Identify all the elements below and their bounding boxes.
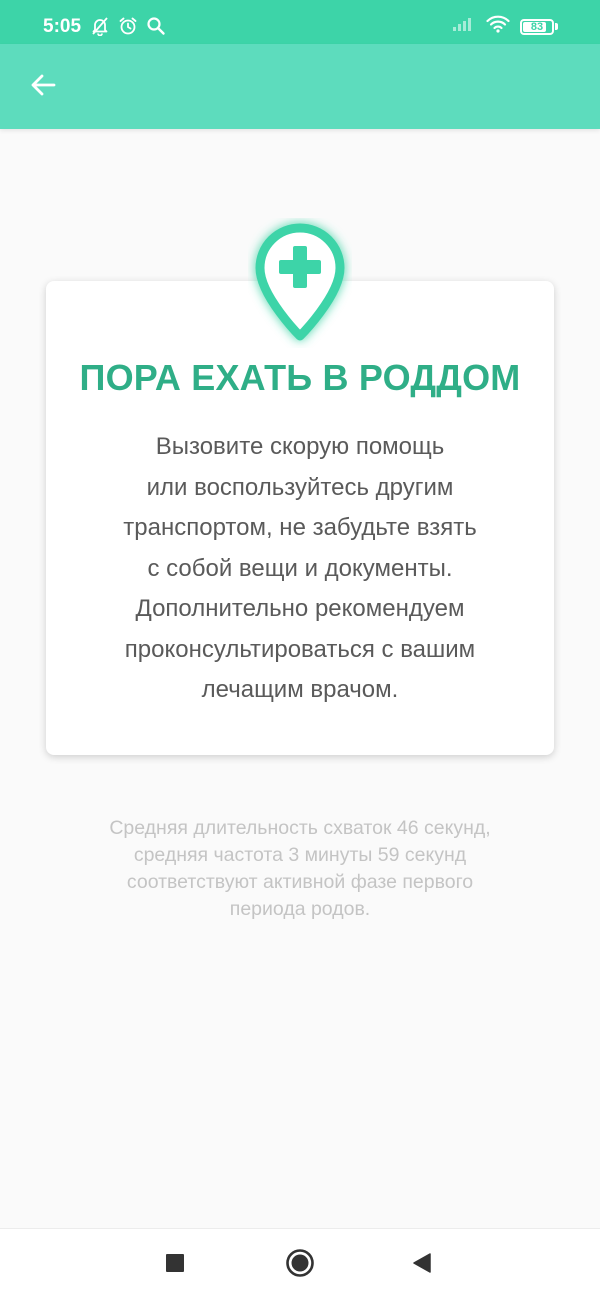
card-body-line: транспортом, не забудьте взять — [123, 514, 477, 541]
battery-icon: 83 — [520, 18, 558, 35]
card-body-line: Вызовите скорую помощь — [155, 433, 445, 460]
wifi-icon — [486, 15, 510, 38]
card-body: Вызовите скорую помощь или воспользуйтес… — [80, 427, 520, 711]
system-nav-bar — [0, 1228, 600, 1299]
nav-back-button[interactable] — [404, 1247, 440, 1283]
recents-button[interactable] — [157, 1247, 193, 1283]
battery-level-text: 83 — [530, 20, 544, 33]
back-button[interactable] — [22, 66, 64, 108]
search-icon — [146, 16, 166, 41]
contraction-summary: Средняя длительность схваток 46 секунд, … — [60, 815, 540, 923]
footnote-line: Средняя длительность схваток 46 секунд, — [109, 817, 491, 839]
status-bar: 5:05 83 — [0, 0, 600, 44]
status-right-icons: 83 — [452, 15, 558, 38]
status-time: 5:05 — [43, 16, 82, 37]
notifications-off-icon — [90, 16, 110, 41]
home-button[interactable] — [282, 1247, 318, 1283]
back-triangle-icon — [411, 1252, 433, 1279]
footnote-line: средняя частота 3 минуты 59 секунд — [133, 844, 467, 866]
recents-square-icon — [165, 1253, 185, 1278]
footnote-line: периода родов. — [229, 898, 371, 920]
battery-tip — [555, 23, 558, 30]
home-circle-icon — [285, 1248, 315, 1283]
battery-indicator: 83 — [520, 18, 554, 35]
card-body-line: проконсультироваться с вашим — [124, 635, 476, 663]
card-body-line: Дополнительно рекомендуем — [135, 595, 465, 622]
alarm-icon — [118, 16, 138, 41]
app-bar — [0, 44, 600, 129]
arrow-left-icon — [29, 71, 57, 104]
card-title: ПОРА ЕХАТЬ В РОДДОМ — [79, 357, 521, 398]
card-body-line: с собой вещи и документы. — [147, 554, 453, 582]
medical-pin-icon — [248, 218, 352, 348]
signal-icon — [452, 16, 476, 37]
card-body-line: лечащим врачом. — [201, 676, 399, 703]
status-left-icons — [90, 16, 166, 41]
screen: 5:05 83 ПОРА ЕХАТЬ В РОДДОМ Вызовите ско… — [0, 0, 600, 1299]
footnote-line: соответствуют активной фазе первого — [126, 871, 474, 893]
card-body-line: или воспользуйтесь другим — [146, 473, 454, 501]
